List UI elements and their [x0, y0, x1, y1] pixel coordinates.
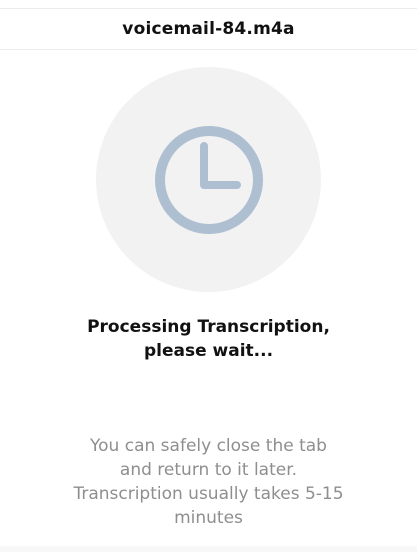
- page-header: voicemail-84.m4a: [0, 9, 417, 50]
- processing-info-text: You can safely close the tab and return …: [34, 434, 383, 530]
- processing-title-line-2: please wait...: [143, 341, 274, 361]
- bottom-strip: [0, 546, 417, 552]
- info-line-1: You can safely close the tab: [90, 436, 327, 456]
- top-divider: [0, 0, 417, 9]
- info-line-2: and return to it later.: [119, 460, 298, 480]
- processing-title: Processing Transcription, please wait...: [40, 315, 377, 363]
- info-line-4: minutes: [174, 508, 243, 528]
- file-name-title: voicemail-84.m4a: [122, 19, 295, 39]
- processing-title-line-1: Processing Transcription,: [87, 317, 330, 337]
- processing-status-circle: [96, 67, 321, 292]
- clock-icon: [154, 125, 263, 234]
- info-line-3: Transcription usually takes 5-15: [73, 484, 344, 504]
